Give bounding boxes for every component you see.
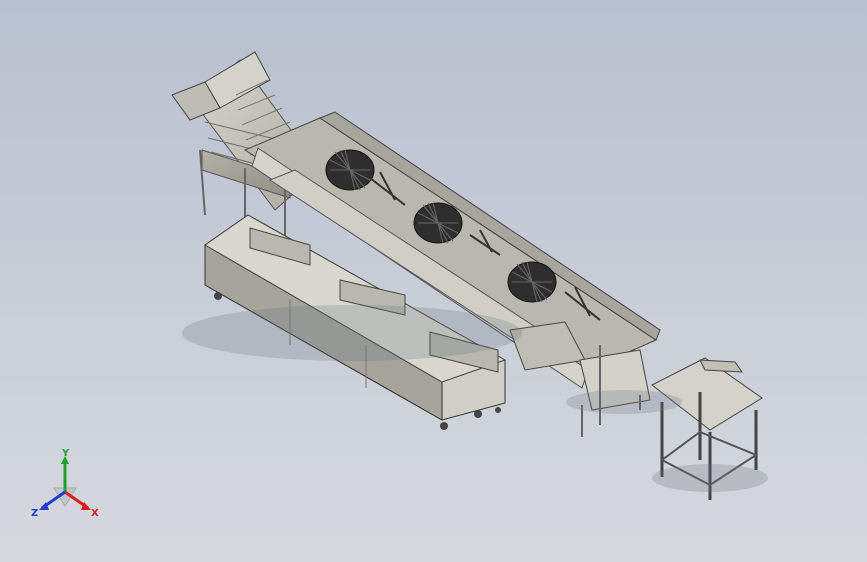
brush-drum-3	[507, 261, 557, 303]
orientation-triad: Y X Z	[31, 448, 99, 519]
y-axis-label: Y	[61, 448, 70, 459]
z-axis-label: Z	[31, 508, 38, 519]
cad-viewport[interactable]: Y X Z	[0, 0, 867, 562]
brush-drum-1	[325, 149, 375, 191]
brush-drum-2	[413, 202, 463, 244]
isometric-machine-assembly	[171, 51, 768, 500]
x-axis-label: X	[91, 508, 99, 519]
